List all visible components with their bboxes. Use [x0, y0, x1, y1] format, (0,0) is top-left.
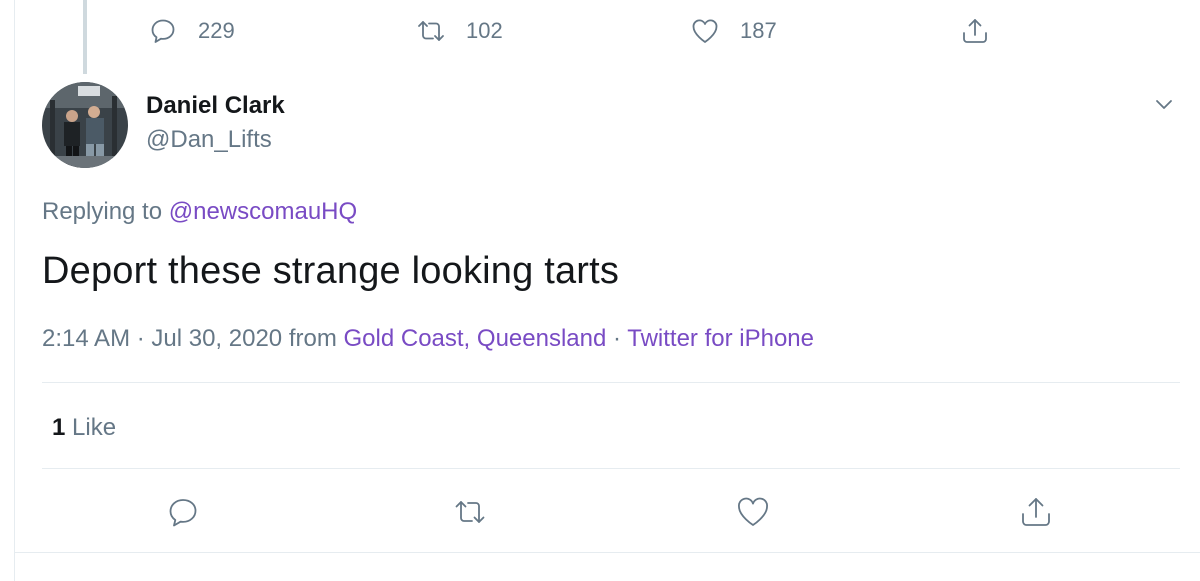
timeline-bottom-border	[14, 552, 1200, 553]
tweet-text: Deport these strange looking tarts	[42, 250, 620, 292]
like-button[interactable]	[735, 494, 771, 530]
reply-icon	[151, 19, 175, 43]
share-icon	[1022, 498, 1050, 526]
previous-share-button[interactable]	[960, 16, 990, 46]
previous-reply-button[interactable]: 229	[148, 16, 235, 46]
tweet-location-link[interactable]: Gold Coast, Queensland	[344, 325, 607, 352]
author-name[interactable]: Daniel Clark	[146, 92, 285, 120]
likes-label: Like	[72, 414, 117, 441]
author-avatar[interactable]	[42, 82, 128, 168]
retweet-icon	[455, 501, 485, 523]
previous-reply-count: 229	[198, 18, 235, 43]
avatar-photo	[42, 82, 128, 168]
meta-separator: ·	[606, 325, 628, 352]
previous-retweet-button[interactable]: 102	[416, 16, 503, 46]
replying-to-prefix: Replying to	[42, 198, 169, 225]
author-handle[interactable]: @Dan_Lifts	[146, 126, 272, 154]
tweet-metadata: 2:14 AM · Jul 30, 2020 from Gold Coast, …	[42, 325, 814, 353]
likes-count: 1	[52, 414, 66, 441]
replying-to-link[interactable]: @newscomauHQ	[169, 198, 357, 225]
share-button[interactable]	[1018, 494, 1054, 530]
heart-icon	[692, 19, 718, 43]
previous-retweet-count: 102	[466, 18, 503, 43]
chevron-down-icon	[1156, 100, 1172, 109]
likes-stat[interactable]: 1 Like	[52, 414, 116, 442]
previous-like-count: 187	[740, 18, 777, 43]
tweet-source-link[interactable]: Twitter for iPhone	[627, 325, 814, 352]
stats-divider-top	[42, 382, 1180, 383]
reply-button[interactable]	[165, 494, 201, 530]
previous-tweet-action-bar: 229 102 187	[0, 12, 1200, 52]
reply-icon	[169, 499, 197, 527]
share-icon	[963, 19, 987, 43]
tweet-timestamp[interactable]: 2:14 AM · Jul 30, 2020 from	[42, 325, 344, 352]
tweet-action-bar	[0, 494, 1200, 534]
heart-icon	[738, 497, 768, 526]
replying-to: Replying to @newscomauHQ	[42, 198, 357, 226]
retweet-icon	[418, 21, 444, 41]
previous-like-button[interactable]: 187	[690, 16, 777, 46]
more-options-button[interactable]	[1152, 92, 1176, 116]
stats-divider-bottom	[42, 468, 1180, 469]
retweet-button[interactable]	[452, 494, 488, 530]
